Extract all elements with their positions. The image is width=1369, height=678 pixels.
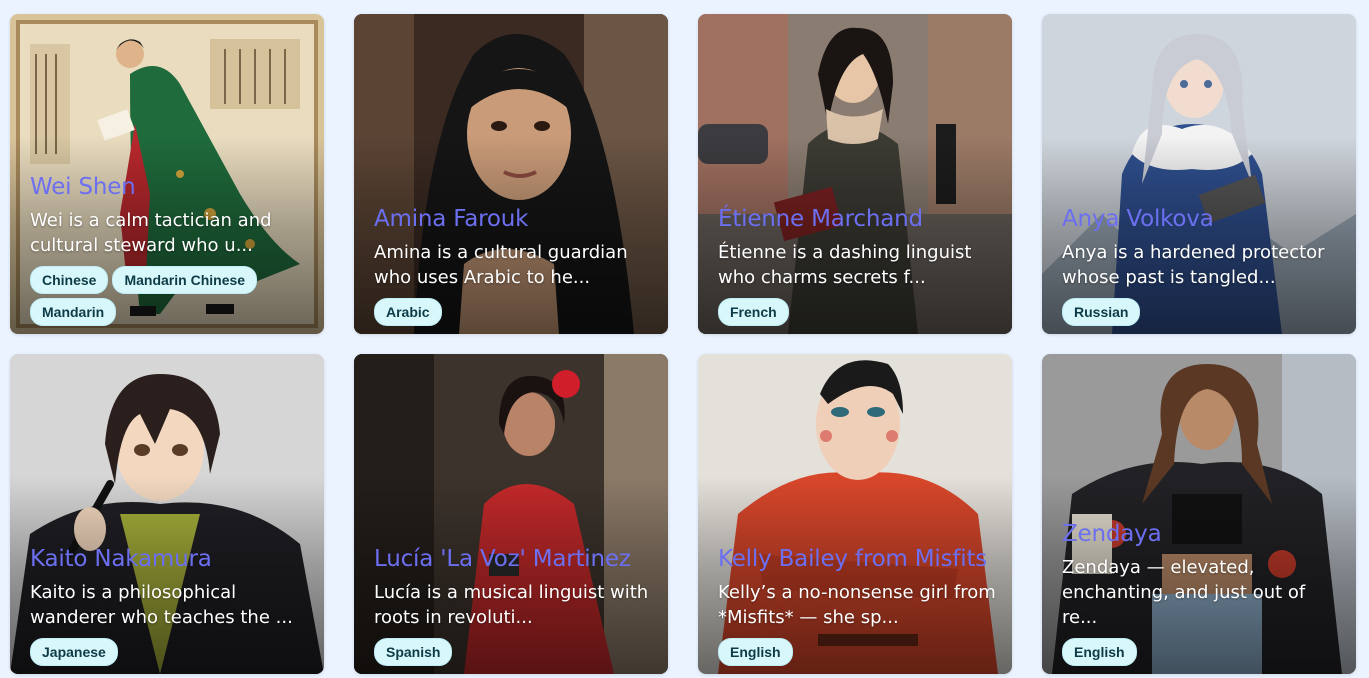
language-tag[interactable]: Chinese	[30, 266, 109, 294]
language-tags: Arabic	[374, 298, 652, 326]
language-tags: English	[1062, 638, 1340, 666]
character-description: Wei is a calm tactician and cultural ste…	[30, 210, 272, 256]
card-info: Amina Farouk Amina is a cultural guardia…	[374, 204, 652, 326]
card-info: Zendaya Zendaya — elevated, enchanting, …	[1062, 519, 1340, 666]
character-name: Kelly Bailey from Misfits	[718, 546, 988, 572]
language-tag[interactable]: Spanish	[374, 638, 453, 666]
language-tags: Spanish	[374, 638, 652, 666]
language-tag[interactable]: English	[1062, 638, 1137, 666]
language-tags: English	[718, 638, 996, 666]
language-tags: French	[718, 298, 996, 326]
character-card-wei-shen[interactable]: Wei Shen Wei is a calm tactician and cul…	[10, 14, 324, 334]
character-name: Zendaya	[1062, 521, 1162, 547]
card-info: Wei Shen Wei is a calm tactician and cul…	[30, 172, 308, 326]
character-description: Zendaya — elevated, enchanting, and just…	[1062, 557, 1306, 628]
language-tag[interactable]: Russian	[1062, 298, 1141, 326]
language-tags: Japanese	[30, 638, 308, 666]
character-description: Étienne is a dashing linguist who charms…	[718, 242, 972, 288]
character-card-etienne-marchand[interactable]: Étienne Marchand Étienne is a dashing li…	[698, 14, 1012, 334]
character-name: Wei Shen	[30, 174, 136, 200]
language-tag[interactable]: English	[718, 638, 793, 666]
character-card-lucia-martinez[interactable]: Lucía 'La Voz' Martinez Lucía is a music…	[354, 354, 668, 674]
character-card-kelly-bailey[interactable]: Kelly Bailey from Misfits Kelly’s a no-n…	[698, 354, 1012, 674]
language-tags: Russian	[1062, 298, 1340, 326]
character-name: Amina Farouk	[374, 206, 529, 232]
character-description: Lucía is a musical linguist with roots i…	[374, 582, 649, 628]
card-info: Étienne Marchand Étienne is a dashing li…	[718, 204, 996, 326]
card-info: Kelly Bailey from Misfits Kelly’s a no-n…	[718, 544, 996, 666]
character-name: Étienne Marchand	[718, 206, 923, 232]
character-name: Anya Volkova	[1062, 206, 1214, 232]
character-card-anya-volkova[interactable]: Anya Volkova Anya is a hardened protecto…	[1042, 14, 1356, 334]
card-info: Kaito Nakamura Kaito is a philosophical …	[30, 544, 308, 666]
character-description: Anya is a hardened protector whose past …	[1062, 242, 1325, 288]
character-description: Kaito is a philosophical wanderer who te…	[30, 582, 293, 628]
language-tags: Chinese Mandarin Chinese Mandarin	[30, 266, 308, 326]
language-tag[interactable]: French	[718, 298, 789, 326]
card-info: Lucía 'La Voz' Martinez Lucía is a music…	[374, 544, 652, 666]
language-tag[interactable]: Japanese	[30, 638, 118, 666]
character-description: Amina is a cultural guardian who uses Ar…	[374, 242, 628, 288]
language-tag[interactable]: Mandarin	[30, 298, 117, 326]
character-name: Lucía 'La Voz' Martinez	[374, 546, 631, 572]
character-grid: Wei Shen Wei is a calm tactician and cul…	[0, 0, 1369, 678]
language-tag[interactable]: Arabic	[374, 298, 442, 326]
character-card-zendaya[interactable]: Zendaya Zendaya — elevated, enchanting, …	[1042, 354, 1356, 674]
language-tag[interactable]: Mandarin Chinese	[112, 266, 258, 294]
character-name: Kaito Nakamura	[30, 546, 212, 572]
card-info: Anya Volkova Anya is a hardened protecto…	[1062, 204, 1340, 326]
character-card-amina-farouk[interactable]: Amina Farouk Amina is a cultural guardia…	[354, 14, 668, 334]
character-card-kaito-nakamura[interactable]: Kaito Nakamura Kaito is a philosophical …	[10, 354, 324, 674]
character-description: Kelly’s a no-nonsense girl from *Misfits…	[718, 582, 996, 628]
